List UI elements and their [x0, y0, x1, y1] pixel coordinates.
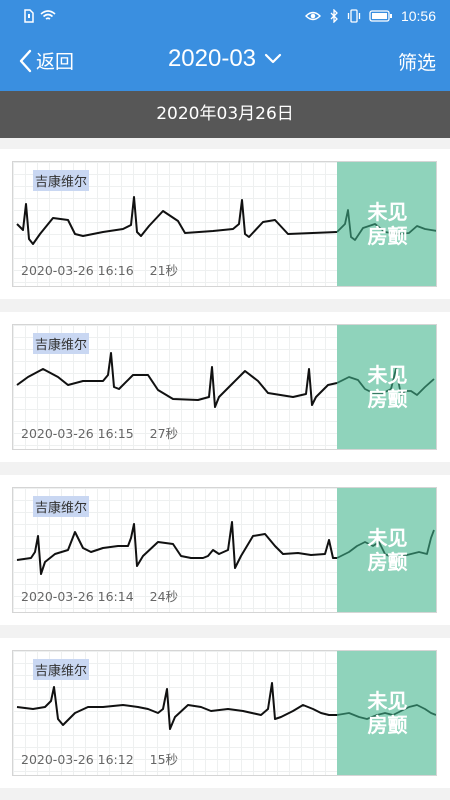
record-datetime: 2020-03-26 16:15	[21, 426, 134, 441]
status-left-icons	[24, 9, 56, 23]
record-card[interactable]: 未见 房颤 吉康维尔 2020-03-26 16:16 21秒	[0, 149, 450, 299]
eye-icon	[304, 11, 321, 21]
status-right-icons: 10:56	[304, 8, 436, 24]
record-meta: 2020-03-26 16:16 21秒	[21, 260, 178, 279]
result-line-1: 未见	[367, 363, 408, 387]
record-duration: 27秒	[149, 426, 179, 441]
month-selector[interactable]: 2020-03	[168, 45, 282, 73]
chevron-down-icon	[264, 53, 282, 64]
record-datetime: 2020-03-26 16:12	[21, 752, 134, 767]
month-picker: 2020-03	[0, 45, 450, 73]
record-datetime: 2020-03-26 16:16	[21, 263, 134, 278]
record-datetime: 2020-03-26 16:14	[21, 589, 134, 604]
record-card[interactable]: 未见 房颤 吉康维尔 2020-03-26 16:14 24秒	[0, 475, 450, 625]
record-card[interactable]: 未见 房颤 吉康维尔 2020-03-26 16:15 27秒	[0, 312, 450, 462]
bluetooth-icon	[330, 9, 338, 23]
result-text: 未见 房颤	[337, 689, 436, 737]
result-line-1: 未见	[367, 200, 408, 224]
date-header: 2020年03月26日	[0, 91, 450, 138]
result-text: 未见 房颤	[337, 363, 436, 411]
device-tag: 吉康维尔	[33, 659, 90, 680]
result-text: 未见 房颤	[337, 200, 436, 248]
record-meta: 2020-03-26 16:14 24秒	[21, 586, 178, 605]
result-line-1: 未见	[367, 526, 408, 550]
filter-button[interactable]: 筛选	[398, 48, 436, 75]
result-line-2: 房颤	[367, 713, 408, 737]
ecg-panel: 未见 房颤 吉康维尔 2020-03-26 16:16 21秒	[12, 161, 437, 287]
record-meta: 2020-03-26 16:15 27秒	[21, 423, 178, 442]
ecg-panel: 未见 房颤 吉康维尔 2020-03-26 16:15 27秒	[12, 324, 437, 450]
nav-bar: 返回 2020-03 筛选	[0, 33, 450, 91]
result-line-2: 房颤	[367, 224, 408, 248]
device-tag: 吉康维尔	[33, 333, 90, 354]
battery-icon	[369, 10, 392, 22]
result-line-1: 未见	[367, 689, 408, 713]
device-tag: 吉康维尔	[33, 170, 90, 191]
vibrate-icon	[347, 9, 361, 23]
record-card[interactable]: 未见 房颤 吉康维尔 2020-03-26 16:12 15秒	[0, 638, 450, 788]
record-duration: 24秒	[149, 589, 179, 604]
ecg-panel: 未见 房颤 吉康维尔 2020-03-26 16:14 24秒	[12, 487, 437, 613]
record-meta: 2020-03-26 16:12 15秒	[21, 749, 178, 768]
month-label: 2020-03	[167, 45, 257, 72]
status-time: 10:56	[400, 8, 436, 24]
sim-icon	[24, 9, 34, 23]
record-duration: 21秒	[149, 263, 179, 278]
record-duration: 15秒	[149, 752, 179, 767]
result-line-2: 房颤	[367, 550, 408, 574]
wifi-icon	[40, 10, 56, 20]
result-text: 未见 房颤	[337, 526, 436, 574]
result-line-2: 房颤	[367, 387, 408, 411]
ecg-panel: 未见 房颤 吉康维尔 2020-03-26 16:12 15秒	[12, 650, 437, 776]
status-bar: 10:56	[0, 0, 450, 33]
device-tag: 吉康维尔	[33, 496, 90, 517]
